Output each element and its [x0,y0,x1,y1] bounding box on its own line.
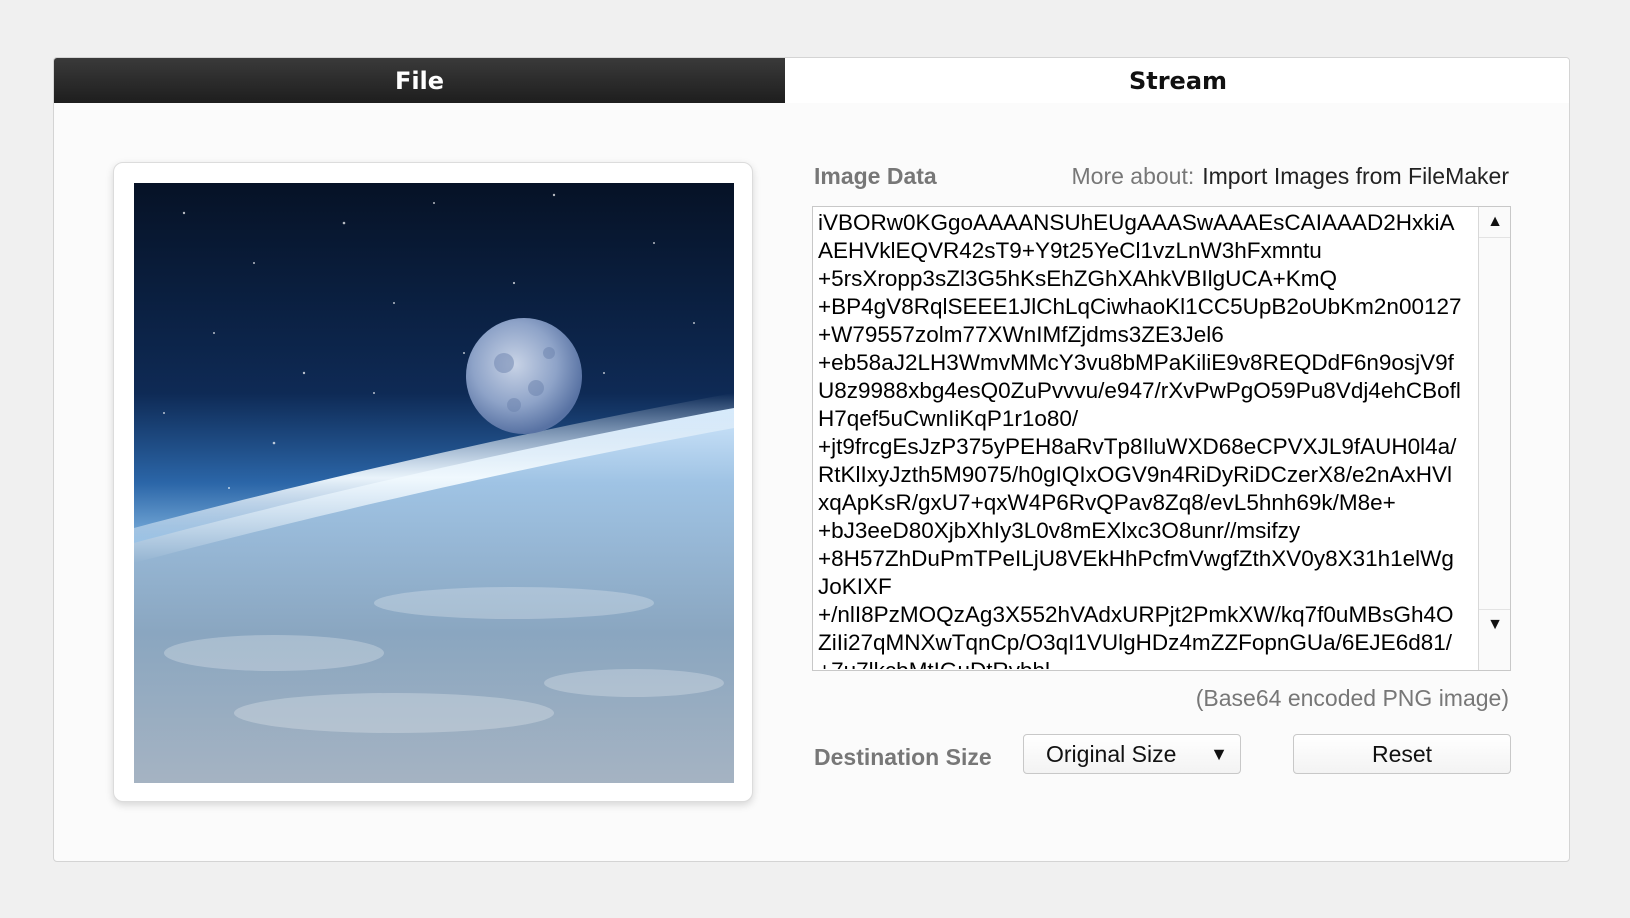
base64-hint: (Base64 encoded PNG image) [1195,685,1509,711]
scroll-up-icon[interactable]: ▲ [1479,207,1510,238]
import-panel: File Stream Image Data More about: Impor… [53,57,1570,862]
image-preview-frame [113,162,753,802]
textarea-scrollbar[interactable]: ▲ ▼ [1478,207,1510,670]
more-about-link[interactable]: Import Images from FileMaker [1202,163,1509,189]
image-data-label: Image Data [814,163,937,189]
tab-file[interactable]: File [54,58,785,103]
reset-button[interactable]: Reset [1293,734,1511,774]
more-about-label: More about: [1071,163,1195,189]
more-about: More about: Import Images from FileMaker [1072,163,1510,190]
tab-stream[interactable]: Stream [785,58,1569,103]
chevron-down-icon: ▼ [1210,744,1228,764]
image-data-text[interactable]: iVBORw0KGgoAAAANSUhEUgAAASwAAAEsCAIAAAD2… [818,209,1478,669]
image-data-textarea[interactable]: iVBORw0KGgoAAAANSUhEUgAAASwAAAEsCAIAAAD2… [812,206,1511,671]
destination-size-select[interactable]: Original Size ▼ [1023,734,1241,774]
earth-moon-photo-icon [134,183,734,783]
scroll-down-icon[interactable]: ▼ [1479,609,1510,640]
destination-size-label: Destination Size [814,744,992,770]
destination-size-value: Original Size [1046,740,1177,767]
